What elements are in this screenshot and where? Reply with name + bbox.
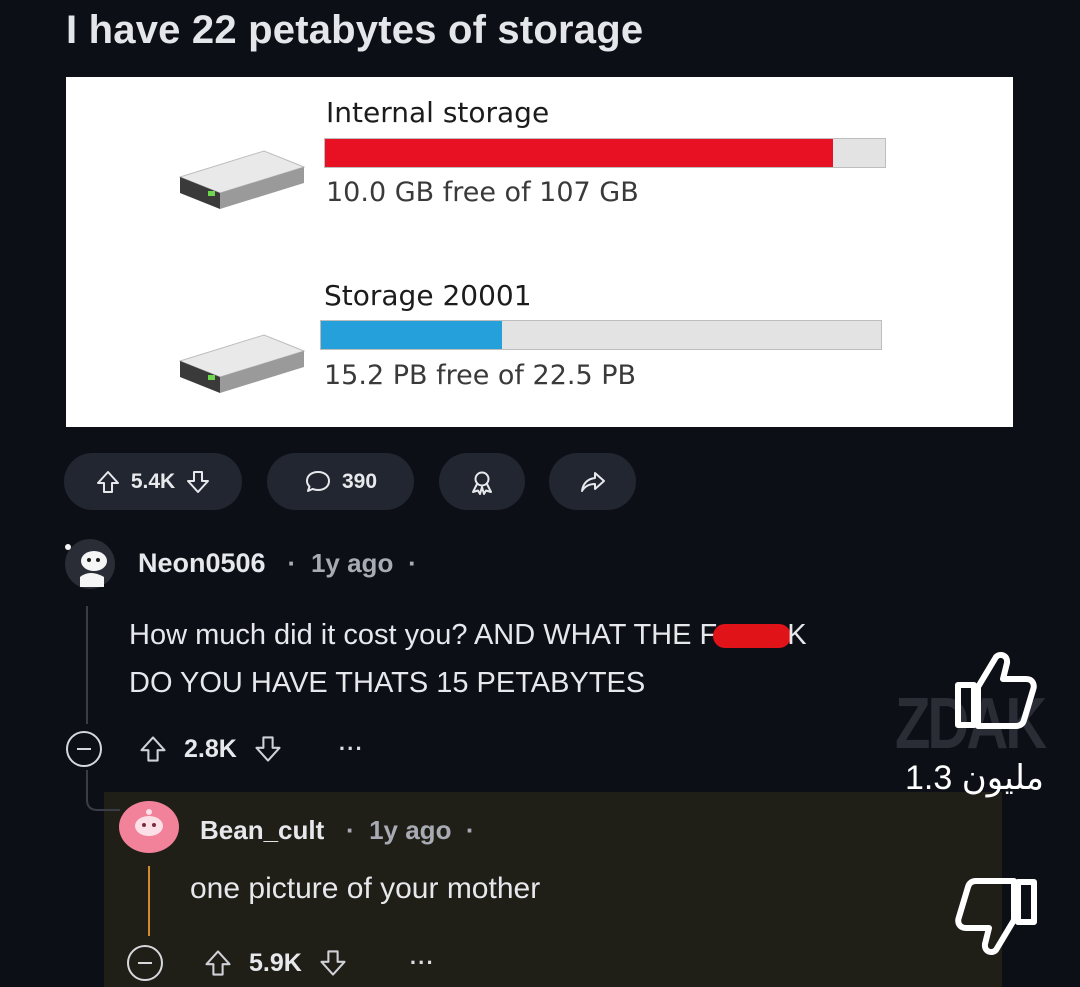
comments-button[interactable]: 390 — [267, 453, 414, 510]
post-vote-count: 5.4K — [130, 469, 176, 493]
comment-text: K — [787, 619, 807, 651]
post-title: I have 22 petabytes of storage — [66, 8, 644, 52]
comment-author[interactable]: Bean_cult · 1y ago · — [200, 815, 475, 846]
user-avatar[interactable] — [60, 533, 120, 593]
post-image[interactable]: Internal storage 10.0 GB free of 107 GB … — [66, 77, 1013, 427]
more-options-button[interactable]: ··· — [339, 736, 364, 762]
redaction-mark — [713, 624, 792, 649]
comment-vote-count: 2.8K — [184, 734, 237, 763]
drive-usage-bar — [320, 320, 882, 350]
comment-count: 390 — [341, 469, 378, 493]
drive-usage-bar — [324, 138, 886, 168]
share-button[interactable] — [549, 453, 636, 510]
user-avatar[interactable] — [118, 800, 180, 855]
upvote-icon[interactable] — [203, 948, 233, 978]
downvote-icon[interactable] — [185, 469, 211, 495]
drive-free-space: 15.2 PB free of 22.5 PB — [324, 360, 637, 391]
more-options-button[interactable]: ··· — [410, 950, 435, 976]
comment-body: How much did it cost you? AND WHAT THE F… — [129, 611, 959, 707]
thread-line — [148, 866, 150, 936]
collapse-thread-button[interactable] — [66, 731, 102, 767]
comment-text: DO YOU HAVE THATS 15 PETABYTES — [129, 667, 646, 699]
comment-vote-count: 5.9K — [249, 948, 302, 977]
hard-drive-icon — [178, 150, 306, 209]
comment-actions: 5.9K ··· — [127, 945, 435, 981]
comment-body: one picture of your mother — [190, 872, 541, 905]
thumbs-down-icon[interactable] — [952, 872, 1042, 962]
hard-drive-icon — [178, 334, 306, 393]
comment-time: 1y ago — [369, 815, 452, 845]
downvote-icon[interactable] — [318, 948, 348, 978]
upvote-icon[interactable] — [138, 734, 168, 764]
separator-dot: · — [273, 548, 304, 578]
separator-dot: · — [400, 548, 417, 578]
separator-dot: · — [331, 815, 362, 845]
drive-usage-fill — [325, 139, 833, 167]
comment-time: 1y ago — [310, 548, 394, 578]
comment-author[interactable]: Neon0506 · 1y ago · — [138, 548, 417, 579]
award-button[interactable] — [439, 453, 525, 510]
thread-line — [86, 606, 88, 724]
separator-dot: · — [458, 815, 475, 845]
vote-pill: 5.4K — [64, 453, 242, 510]
comment-bubble-icon — [305, 470, 330, 492]
thumbs-up-icon[interactable] — [950, 645, 1040, 735]
comment-actions: 2.8K ··· — [66, 731, 364, 767]
drive-name: Internal storage — [326, 96, 550, 129]
username[interactable]: Neon0506 — [138, 548, 266, 578]
downvote-icon[interactable] — [253, 734, 283, 764]
share-icon — [580, 471, 605, 492]
collapse-thread-button[interactable] — [127, 945, 163, 981]
username[interactable]: Bean_cult — [200, 815, 324, 845]
upvote-icon[interactable] — [95, 469, 121, 495]
award-icon — [472, 471, 492, 495]
drive-free-space: 10.0 GB free of 107 GB — [326, 177, 639, 208]
drive-usage-fill — [321, 321, 503, 349]
like-count: 1.3 مليون — [905, 759, 1044, 797]
comment-text: How much did it cost you? AND WHAT THE F — [129, 619, 718, 651]
drive-name: Storage 20001 — [324, 279, 532, 312]
